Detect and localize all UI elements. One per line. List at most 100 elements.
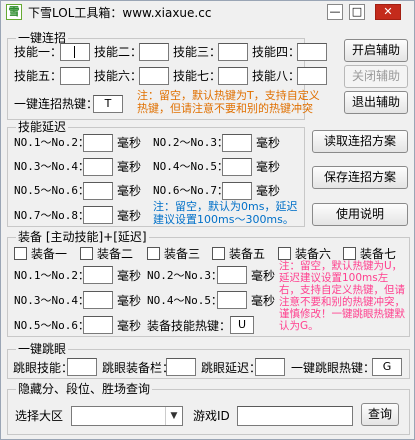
- delay-3-input[interactable]: [83, 158, 113, 176]
- combo-note: 注：留空，默认热键为T，支持自定义热键，但请注意不要和别的热键冲突: [137, 89, 320, 115]
- delay-note: 注：留空，默认为0ms，延迟建议设置100ms～300ms。: [153, 200, 298, 226]
- skill-2-label: 技能二：: [94, 45, 143, 59]
- equip-delay-5-label: NO.5～No.6：: [14, 319, 89, 332]
- equip-delay-4-input[interactable]: [217, 291, 247, 309]
- ward-hotkey-input[interactable]: G: [372, 358, 402, 376]
- skill-7-input[interactable]: [218, 67, 248, 85]
- skill-8-input[interactable]: [297, 67, 327, 85]
- equip-delay-2-unit: 毫秒: [251, 269, 276, 283]
- ward-hotkey-label: 一键跳眼热键：: [291, 361, 376, 375]
- delay-2-input[interactable]: [222, 134, 252, 152]
- equip-3-label: 装备三: [164, 247, 201, 261]
- delay-2-label: NO.2～No.3：: [153, 136, 228, 149]
- ward-skill-label: 跳眼技能：: [13, 361, 74, 375]
- equip-1-checkbox[interactable]: [14, 247, 27, 260]
- ward-delay-input[interactable]: [255, 358, 285, 376]
- ward-skill-input[interactable]: [67, 358, 97, 376]
- app-icon: 雪: [6, 4, 22, 20]
- delay-1-label: NO.1～No.2：: [14, 136, 89, 149]
- equip-delay-1-unit: 毫秒: [117, 269, 142, 283]
- delay-7-input[interactable]: [83, 206, 113, 224]
- equip-hotkey-label: 装备技能热键：: [147, 319, 232, 333]
- equip-note: 注：留空，默认热键为U，延迟建议设置100ms左右，支持自定义热键，但请注意不要…: [279, 260, 405, 332]
- equip-5-label: 装备五: [229, 247, 266, 261]
- equip-delay-3-label: NO.3～No.4：: [14, 294, 89, 307]
- region-select[interactable]: ▼: [71, 406, 183, 426]
- skill-7-label: 技能七：: [173, 69, 222, 83]
- skill-4-input[interactable]: [297, 43, 327, 61]
- skill-1-label: 技能一：: [14, 45, 63, 59]
- skill-5-label: 技能五：: [14, 69, 63, 83]
- delay-group-legend: 技能延迟: [16, 120, 69, 134]
- equip-1-label: 装备一: [31, 247, 68, 261]
- equip-5-checkbox[interactable]: [212, 247, 225, 260]
- delay-4-label: NO.4～No.5：: [153, 160, 228, 173]
- equip-2-checkbox[interactable]: [80, 247, 93, 260]
- equip-delay-3-unit: 毫秒: [117, 294, 142, 308]
- skill-3-input[interactable]: [218, 43, 248, 61]
- delay-6-unit: 毫秒: [256, 184, 281, 198]
- ward-group-legend: 一键跳眼: [16, 342, 69, 356]
- delay-1-unit: 毫秒: [117, 136, 142, 150]
- app-window: 雪 下雪LOL工具箱：www.xiaxue.cc — □ ✕ 一键连招 技能一：…: [0, 0, 415, 440]
- equip-6-label: 装备六: [295, 247, 332, 261]
- delay-4-input[interactable]: [222, 158, 252, 176]
- delay-1-input[interactable]: [83, 134, 113, 152]
- delay-5-unit: 毫秒: [117, 184, 142, 198]
- query-group-legend: 隐藏分、段位、胜场查询: [16, 382, 153, 396]
- skill-3-label: 技能三：: [173, 45, 222, 59]
- equip-delay-2-label: NO.2～No.3：: [147, 269, 222, 282]
- region-label: 选择大区: [15, 409, 64, 423]
- skill-1-input[interactable]: [60, 43, 90, 61]
- equip-delay-3-input[interactable]: [83, 291, 113, 309]
- query-button[interactable]: 查询: [361, 403, 399, 426]
- skill-5-input[interactable]: [60, 67, 90, 85]
- delay-6-label: NO.6～No.7：: [153, 184, 228, 197]
- text-cursor: [74, 46, 75, 58]
- save-combo-button[interactable]: 保存连招方案: [312, 166, 408, 189]
- help-button[interactable]: 使用说明: [312, 203, 408, 226]
- delay-5-label: NO.5～No.6：: [14, 184, 89, 197]
- game-id-label: 游戏ID: [193, 409, 230, 423]
- delay-6-input[interactable]: [222, 182, 252, 200]
- skill-8-label: 技能八：: [252, 69, 301, 83]
- title-bar: 雪 下雪LOL工具箱：www.xiaxue.cc — □ ✕: [1, 1, 414, 23]
- maximize-button[interactable]: □: [349, 4, 365, 20]
- exit-button[interactable]: 退出辅助: [344, 91, 408, 114]
- delay-7-label: NO.7～No.8：: [14, 209, 89, 222]
- equip-delay-1-label: NO.1～No.2：: [14, 269, 89, 282]
- window-title: 下雪LOL工具箱：www.xiaxue.cc: [28, 6, 212, 20]
- combo-hotkey-input[interactable]: T: [93, 95, 123, 113]
- start-button[interactable]: 开启辅助: [344, 39, 408, 62]
- game-id-input[interactable]: [237, 406, 353, 426]
- delay-4-unit: 毫秒: [256, 160, 281, 174]
- minimize-button[interactable]: —: [327, 4, 343, 20]
- chevron-down-icon[interactable]: ▼: [165, 407, 182, 425]
- ward-slot-label: 跳眼装备栏：: [102, 361, 175, 375]
- read-combo-button[interactable]: 读取连招方案: [312, 130, 408, 153]
- equip-group-legend: 装备 [主动技能]+[延迟]: [16, 230, 149, 244]
- delay-7-unit: 毫秒: [117, 209, 142, 223]
- ward-delay-label: 跳眼延迟：: [201, 361, 262, 375]
- close-button[interactable]: ✕: [375, 4, 401, 20]
- equip-delay-1-input[interactable]: [83, 266, 113, 284]
- equip-3-checkbox[interactable]: [147, 247, 160, 260]
- delay-2-unit: 毫秒: [256, 136, 281, 150]
- equip-2-label: 装备二: [97, 247, 134, 261]
- equip-hotkey-input[interactable]: U: [230, 316, 254, 334]
- skill-4-label: 技能四：: [252, 45, 301, 59]
- equip-6-checkbox[interactable]: [278, 247, 291, 260]
- equip-delay-5-input[interactable]: [83, 316, 113, 334]
- delay-5-input[interactable]: [83, 182, 113, 200]
- skill-6-input[interactable]: [139, 67, 169, 85]
- equip-delay-4-label: NO.4～No.5：: [147, 294, 222, 307]
- ward-slot-input[interactable]: [166, 358, 196, 376]
- equip-delay-2-input[interactable]: [217, 266, 247, 284]
- equip-7-label: 装备七: [360, 247, 397, 261]
- combo-hotkey-label: 一键连招热键：: [14, 97, 99, 111]
- skill-2-input[interactable]: [139, 43, 169, 61]
- delay-3-label: NO.3～No.4：: [14, 160, 89, 173]
- equip-7-checkbox[interactable]: [343, 247, 356, 260]
- equip-delay-4-unit: 毫秒: [251, 294, 276, 308]
- stop-button[interactable]: 关闭辅助: [344, 65, 408, 88]
